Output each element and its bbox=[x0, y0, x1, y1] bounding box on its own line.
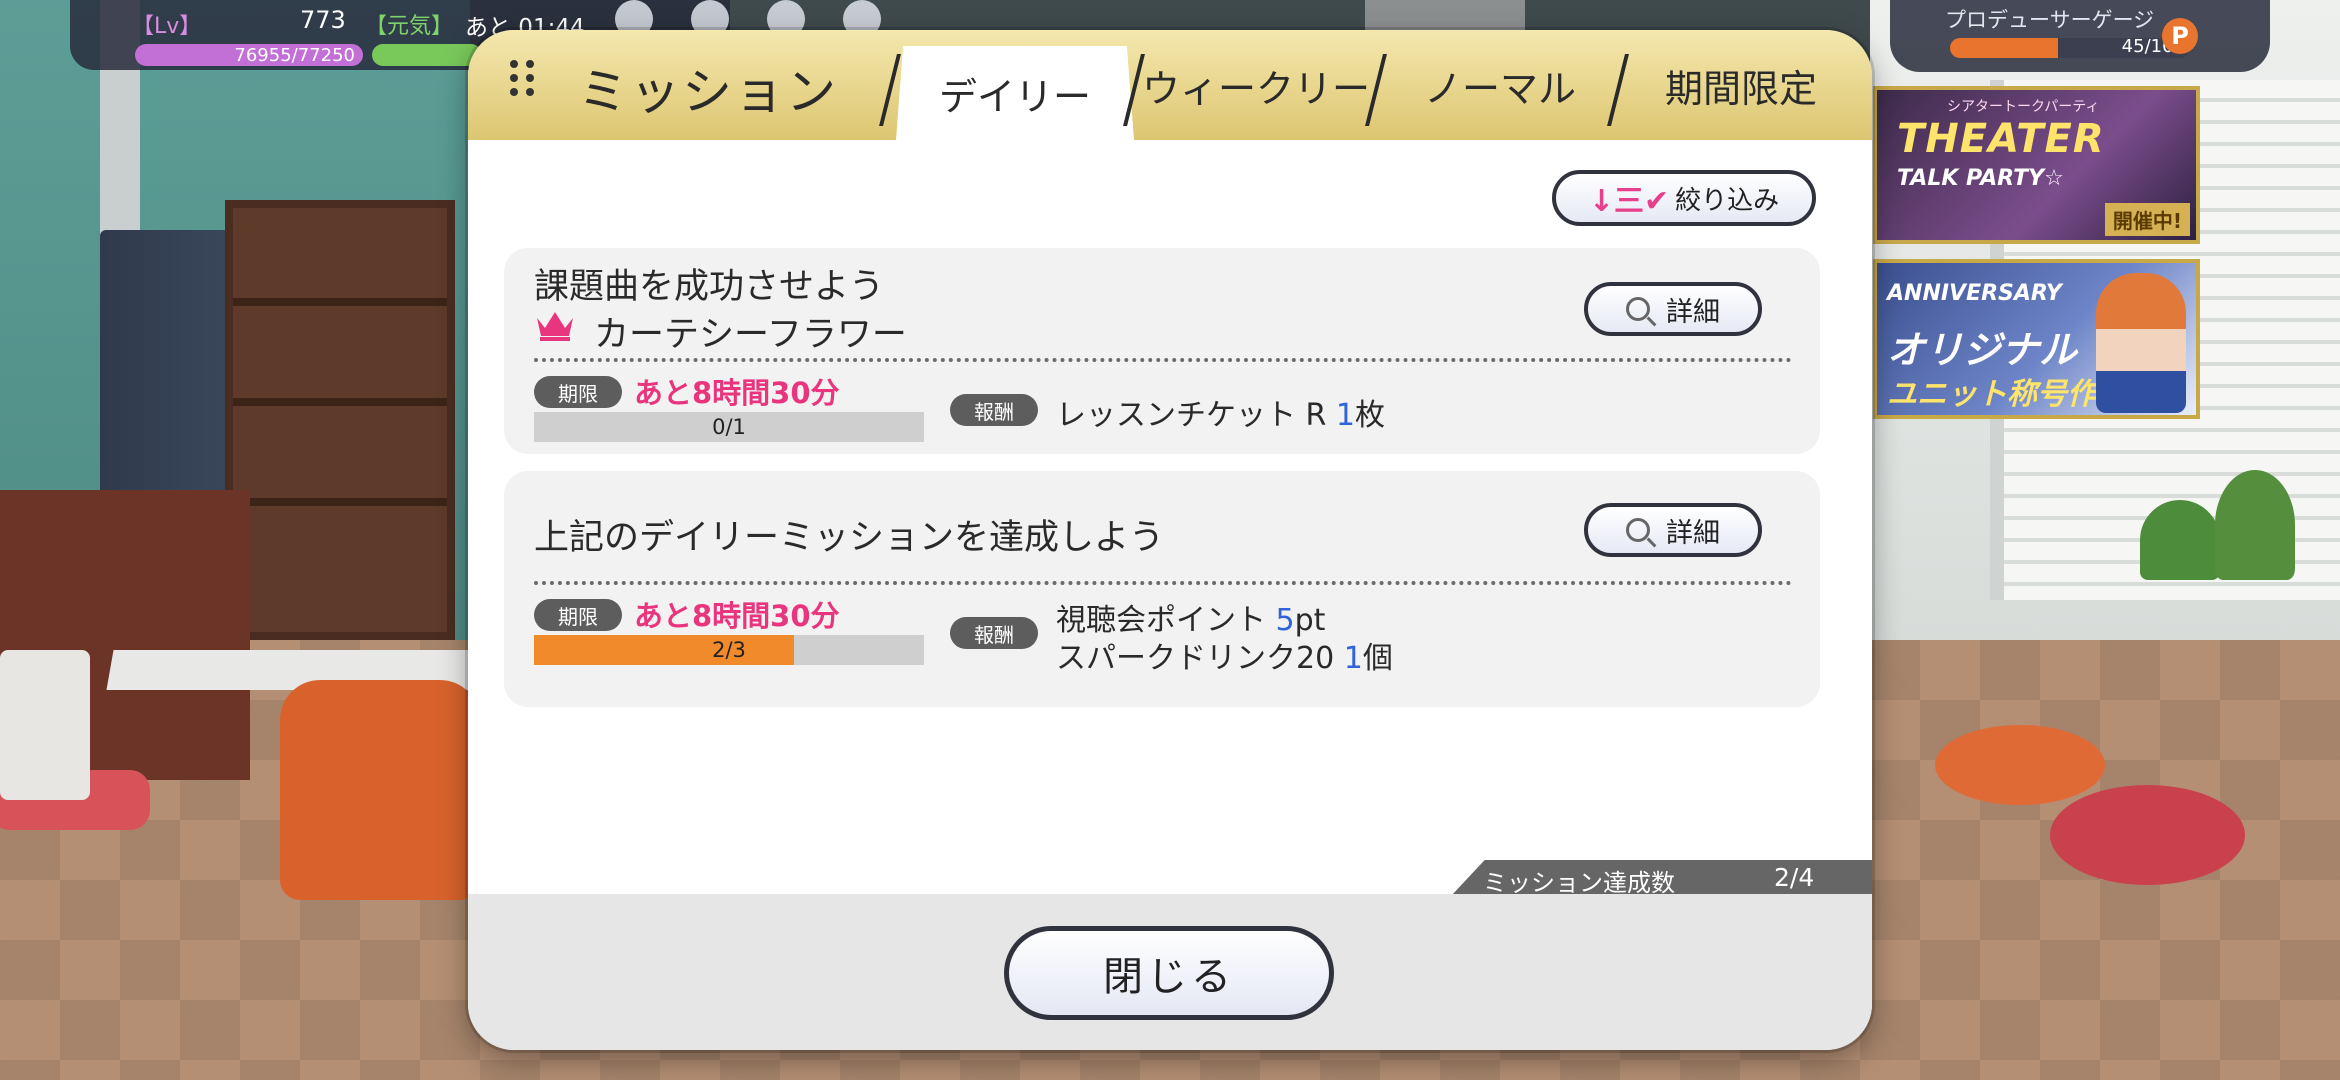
handbag bbox=[0, 650, 90, 800]
banner-status: 開催中! bbox=[2104, 203, 2190, 236]
mission-progress-bar: 2/3 bbox=[534, 635, 924, 665]
magnifier-icon bbox=[1626, 297, 1650, 321]
reward-item: レッスンチケット R 1枚 bbox=[1056, 390, 1385, 434]
tab-weekly[interactable]: ウィークリー bbox=[1136, 30, 1376, 140]
producer-p-icon: P bbox=[2162, 18, 2198, 54]
potted-plant bbox=[2140, 500, 2220, 580]
mission-title: 上記のデイリーミッションを達成しよう bbox=[534, 518, 1165, 558]
reward-quantity: 1 bbox=[1343, 641, 1363, 676]
tab-limited[interactable]: 期間限定 bbox=[1626, 30, 1856, 140]
detail-label: 詳細 bbox=[1666, 296, 1720, 328]
close-label: 閉じる bbox=[1103, 954, 1235, 1000]
reward-quantity: 1 bbox=[1335, 398, 1356, 433]
reward-name: レッスンチケット R bbox=[1056, 398, 1336, 433]
tab-label: ノーマル bbox=[1423, 66, 1576, 111]
mission-card: 課題曲を成功させよう カーテシーフラワー 詳細 期限 あと8時間30分 0/1 … bbox=[504, 248, 1820, 454]
filter-label: 絞り込み bbox=[1675, 185, 1780, 216]
crown-icon bbox=[537, 312, 573, 341]
reward-item: スパークドリンク20 1個 bbox=[1056, 633, 1393, 677]
banner-original: オリジナル bbox=[1887, 328, 2078, 372]
detail-label: 詳細 bbox=[1666, 517, 1720, 549]
idol-character-illustration bbox=[2096, 273, 2186, 413]
reward-badge: 報酬 bbox=[950, 617, 1038, 649]
filter-button[interactable]: ↓三✔ 絞り込み bbox=[1552, 170, 1816, 226]
tab-label: ウィークリー bbox=[1141, 66, 1370, 111]
limit-badge: 期限 bbox=[534, 376, 622, 408]
progress-text: 0/1 bbox=[712, 415, 746, 439]
orange-stool bbox=[1935, 725, 2105, 805]
air-conditioner bbox=[1365, 0, 1525, 30]
magnifier-icon bbox=[1626, 518, 1650, 542]
detail-button[interactable]: 詳細 bbox=[1584, 282, 1762, 336]
producer-gauge-label: プロデューサーゲージ bbox=[1945, 8, 2155, 32]
banner-subtitle: シアタートークパーティ bbox=[1947, 99, 2100, 115]
filter-icon: ↓三✔ bbox=[1588, 184, 1670, 219]
reward-unit: 個 bbox=[1362, 641, 1393, 676]
anniversary-unit-banner[interactable]: ANNIVERSARY オリジナル ユニット称号作成! bbox=[1873, 259, 2200, 419]
potted-plant bbox=[2215, 470, 2295, 580]
producer-gauge-value: 45/100 bbox=[2121, 36, 2185, 57]
mission-card: 上記のデイリーミッションを達成しよう 詳細 期限 あと8時間30分 2/3 報酬… bbox=[504, 471, 1820, 707]
theater-talk-party-banner[interactable]: シアタートークパーティ THEATER TALK PARTY☆ 開催中! bbox=[1873, 86, 2200, 244]
time-remaining: あと8時間30分 bbox=[634, 599, 840, 633]
banner-title: THEATER bbox=[1897, 116, 2105, 162]
tab-daily[interactable]: デイリー bbox=[896, 46, 1134, 140]
detail-button[interactable]: 詳細 bbox=[1584, 503, 1762, 557]
grip-icon bbox=[510, 60, 534, 96]
level-label: 【Lv】 bbox=[132, 14, 202, 39]
reward-unit: 枚 bbox=[1355, 398, 1386, 433]
limit-badge: 期限 bbox=[534, 599, 622, 631]
mission-count-value: 2/4 bbox=[1774, 863, 1815, 892]
tab-normal[interactable]: ノーマル bbox=[1380, 30, 1620, 140]
reward-name: スパークドリンク20 bbox=[1056, 641, 1344, 676]
orange-chair bbox=[280, 680, 480, 900]
level-value: 773 bbox=[300, 6, 346, 34]
banner-anniversary: ANNIVERSARY bbox=[1887, 281, 2062, 306]
mission-dialog: ミッション デイリー ウィークリー ノーマル 期間限定 ↓三✔ 絞り込み 課題曲… bbox=[468, 30, 1872, 1050]
mission-title: 課題曲を成功させよう bbox=[534, 267, 885, 307]
dialog-title: ミッション bbox=[578, 63, 838, 121]
banner-title-2: TALK PARTY☆ bbox=[1897, 166, 2064, 191]
red-stool bbox=[2050, 785, 2245, 885]
dialog-header: ミッション デイリー ウィークリー ノーマル 期間限定 bbox=[468, 30, 1872, 140]
bookshelf bbox=[225, 200, 455, 640]
progress-text: 2/3 bbox=[712, 638, 746, 662]
tab-separator bbox=[879, 54, 901, 126]
divider bbox=[534, 358, 1792, 362]
divider bbox=[534, 581, 1792, 585]
close-button[interactable]: 閉じる bbox=[1004, 926, 1334, 1020]
tab-label: デイリー bbox=[938, 74, 1091, 119]
reward-badge: 報酬 bbox=[950, 394, 1038, 426]
mission-progress-bar: 0/1 bbox=[534, 412, 924, 442]
mission-song-name: カーテシーフラワー bbox=[594, 315, 907, 355]
mission-count-label: ミッション達成数 bbox=[1483, 869, 1675, 897]
xp-value: 76955/77250 bbox=[234, 45, 355, 66]
stamina-bar bbox=[372, 44, 482, 66]
time-remaining: あと8時間30分 bbox=[634, 376, 840, 410]
stamina-label: 【元気】 bbox=[365, 14, 454, 39]
tab-label: 期間限定 bbox=[1664, 66, 1817, 111]
